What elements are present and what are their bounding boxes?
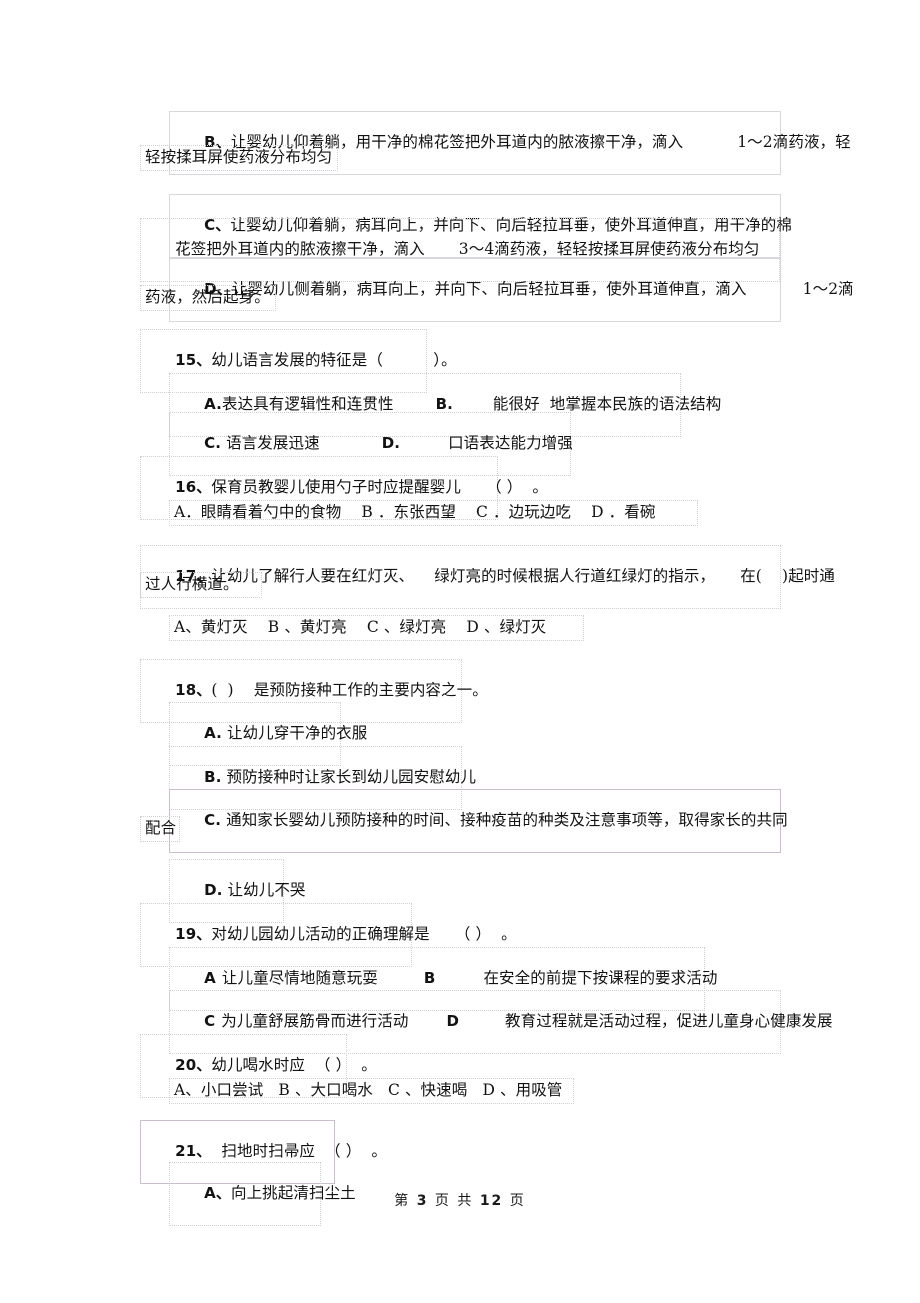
- question-17-text: 让幼儿了解行人要在红灯灭、 绿灯亮的时候根据人行道红绿灯的指示， 在( )起时通: [211, 567, 836, 585]
- option-d-line2: 药液，然后起身。: [140, 285, 276, 311]
- footer-current-page: 3: [416, 1193, 429, 1209]
- question-19-number: 19、: [175, 925, 212, 943]
- option-letter-d: D.: [381, 434, 401, 452]
- footer-total-pages: 12: [479, 1193, 504, 1209]
- option-b-text: 在安全的前提下按课程的要求活动: [483, 969, 718, 987]
- option-letter-c: C.: [204, 434, 222, 452]
- option-c-text: 通知家长婴幼儿预防接种的时间、接种疫苗的种类及注意事项等，取得家长的共同: [226, 811, 788, 829]
- option-c-line2-tail: 3～4滴药液，轻轻按揉耳屏使药液分布均匀: [458, 240, 760, 258]
- question-18-text: ( ) 是预防接种工作的主要内容之一。: [211, 681, 488, 699]
- question-16-options: A．眼睛看着勺中的食物 B ．东张西望 C ．边玩边吃 D ．看碗: [169, 500, 698, 526]
- option-letter-b: B.: [204, 768, 222, 786]
- option-b-tail: 1～2滴药液，轻: [737, 133, 851, 151]
- option-c-text: 语言发展迅速: [226, 434, 320, 452]
- option-a-text: 表达具有逻辑性和连贯性: [221, 395, 394, 413]
- question-15-number: 15、: [175, 351, 212, 369]
- question-16-text: 保育员教婴儿使用勺子时应提醒婴儿 （ ） 。: [211, 478, 548, 496]
- option-d-text: 教育过程就是活动过程，促进儿童身心健康发展: [505, 1012, 833, 1030]
- question-21-text: 扫地时扫帚应 （ ） 。: [211, 1142, 387, 1160]
- option-a-text: 让儿童尽情地随意玩耍: [221, 969, 378, 987]
- option-b-line2: 轻按揉耳屏使药液分布均匀: [140, 145, 338, 171]
- option-b-text: 能很好 地掌握本民族的语法结构: [492, 395, 722, 413]
- question-20-options: A、小口尝试 B 、大口喝水 C 、快速喝 D 、用吸管: [169, 1078, 574, 1104]
- question-18-number: 18、: [175, 681, 212, 699]
- option-letter-b: B.: [435, 395, 453, 413]
- question-18-option-c-line2: 配合: [140, 816, 180, 842]
- option-letter-a: A.: [204, 395, 222, 413]
- footer-middle: 页 共: [434, 1193, 474, 1209]
- option-c-text: 为儿童舒展筋骨而进行活动: [221, 1012, 409, 1030]
- option-a-text: 让幼儿穿干净的衣服: [226, 724, 368, 742]
- footer-suffix: 页: [509, 1193, 526, 1209]
- option-letter-b: B: [423, 969, 436, 987]
- option-letter-a: A: [204, 969, 216, 987]
- question-20-text: 幼儿喝水时应 （ ） 。: [211, 1056, 377, 1074]
- question-15-text: 幼儿语言发展的特征是（ ）。: [211, 351, 457, 369]
- option-letter-d: D.: [204, 881, 223, 899]
- option-d-text: 口语表达能力增强: [448, 434, 573, 452]
- footer-prefix: 第: [394, 1193, 411, 1209]
- option-letter-c: C: [204, 1012, 216, 1030]
- document-page: B、让婴幼儿仰着躺，用干净的棉花签把外耳道内的脓液擦干净，滴入 1～2滴药液，轻 …: [0, 0, 920, 1303]
- option-d-text: 让婴幼儿侧着躺，病耳向上，并向下、向后轻拉耳垂，使外耳道伸直，滴入: [231, 280, 747, 298]
- question-21-number: 21、: [175, 1142, 212, 1160]
- question-18-option-c: C. 通知家长婴幼儿预防接种的时间、接种疫苗的种类及注意事项等，取得家长的共同: [169, 789, 788, 853]
- option-b-text: 预防接种时让家长到幼儿园安慰幼儿: [226, 768, 477, 786]
- question-16-number: 16、: [175, 478, 212, 496]
- question-19-text: 对幼儿园幼儿活动的正确理解是 （ ） 。: [211, 925, 517, 943]
- option-c-line2-head: 花签把外耳道内的脓液擦干净，滴入: [175, 240, 425, 258]
- question-17-line2: 过人行横道。: [140, 572, 262, 598]
- option-letter-a: A.: [204, 724, 222, 742]
- option-d-tail: 1～2滴: [802, 280, 854, 298]
- question-17-options: A、黄灯灭 B 、黄灯亮 C 、绿灯亮 D 、绿灯灭: [169, 615, 584, 641]
- page-footer: 第 3 页 共 12 页: [0, 1190, 920, 1210]
- option-letter-d: D: [446, 1012, 460, 1030]
- option-d-text: 让幼儿不哭: [227, 881, 306, 899]
- question-20-number: 20、: [175, 1056, 212, 1074]
- option-letter-c: C.: [204, 811, 222, 829]
